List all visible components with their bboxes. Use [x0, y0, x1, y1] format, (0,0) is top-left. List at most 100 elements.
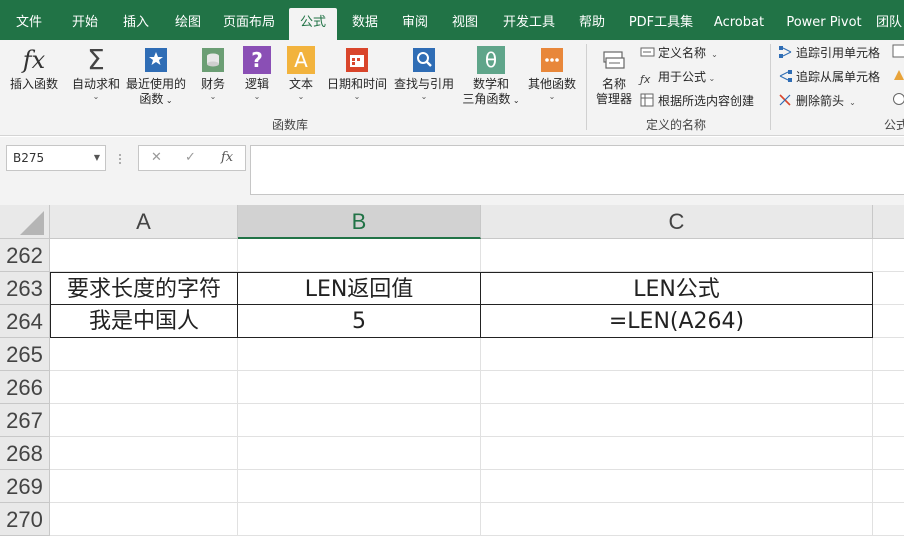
cell-b269[interactable] [238, 470, 481, 503]
tab-file[interactable]: 文件 [6, 8, 52, 40]
use-in-formula-button[interactable]: ƒx 用于公式 ⌄ [640, 68, 715, 86]
tab-team[interactable]: 团队 [876, 8, 904, 40]
tab-formulas[interactable]: 公式 [289, 8, 337, 40]
cell-a263[interactable]: 要求长度的字符 [50, 272, 238, 305]
select-all-corner[interactable] [0, 205, 50, 239]
cell-d265[interactable] [873, 338, 904, 371]
cell-d269[interactable] [873, 470, 904, 503]
tab-power-pivot[interactable]: Power Pivot [782, 8, 866, 40]
create-from-selection-button[interactable]: 根据所选内容创建 [640, 92, 754, 110]
row-header-268[interactable]: 268 [0, 437, 50, 470]
cell-b262[interactable] [238, 239, 481, 272]
cell-d267[interactable] [873, 404, 904, 437]
cell-c262[interactable] [481, 239, 873, 272]
enter-check-icon[interactable]: ✓ [185, 150, 196, 165]
cell-d268[interactable] [873, 437, 904, 470]
column-header-b[interactable]: B [238, 205, 481, 239]
cell-b264[interactable]: 5 [238, 305, 481, 338]
group-label-defined-names: 定义的名称 [646, 118, 707, 132]
cell-a264[interactable]: 我是中国人 [50, 305, 238, 338]
financial-button[interactable]: 财务 ⌄ [196, 46, 230, 102]
name-box[interactable]: B275 ▼ [6, 145, 106, 171]
cell-d264[interactable] [873, 305, 904, 338]
cell-c266[interactable] [481, 371, 873, 404]
insert-function-icon[interactable]: fx [221, 150, 233, 165]
autosum-button[interactable]: Σ 自动求和 ⌄ [68, 46, 124, 102]
trace-precedents-button[interactable]: 追踪引用单元格 [778, 44, 880, 62]
tab-developer[interactable]: 开发工具 [496, 8, 562, 40]
cell-b265[interactable] [238, 338, 481, 371]
row-header-262[interactable]: 262 [0, 239, 50, 272]
chevron-down-icon: ⌄ [297, 92, 305, 101]
tab-review[interactable]: 审阅 [392, 8, 438, 40]
datetime-button[interactable]: 日期和时间 ⌄ [324, 46, 390, 102]
cell-d262[interactable] [873, 239, 904, 272]
row-header-263[interactable]: 263 [0, 272, 50, 305]
cell-b267[interactable] [238, 404, 481, 437]
text-button[interactable]: A 文本 ⌄ [284, 46, 318, 102]
tab-pdf-tools[interactable]: PDF工具集 [624, 8, 698, 40]
tab-insert[interactable]: 插入 [112, 8, 160, 40]
define-name-button[interactable]: 定义名称 ⌄ [640, 44, 718, 62]
cancel-icon[interactable]: ✕ [151, 150, 162, 165]
cell-a268[interactable] [50, 437, 238, 470]
row-header-270[interactable]: 270 [0, 503, 50, 536]
evaluate-formula-icon[interactable] [892, 92, 904, 110]
logical-button[interactable]: ? 逻辑 ⌄ [240, 46, 274, 102]
row-header-269[interactable]: 269 [0, 470, 50, 503]
tab-view[interactable]: 视图 [442, 8, 488, 40]
more-functions-button[interactable]: 其他函数 ⌄ [524, 46, 580, 102]
tab-page-layout[interactable]: 页面布局 [216, 8, 282, 40]
column-header-a[interactable]: A [50, 205, 238, 239]
cell-d270[interactable] [873, 503, 904, 536]
cell-a270[interactable] [50, 503, 238, 536]
sigma-icon: Σ [87, 43, 105, 76]
cell-b263[interactable]: LEN返回值 [238, 272, 481, 305]
cell-d263[interactable] [873, 272, 904, 305]
tab-data[interactable]: 数据 [342, 8, 388, 40]
remove-arrows-icon [778, 93, 793, 107]
error-check-icon[interactable] [892, 68, 904, 86]
remove-arrows-button[interactable]: 删除箭头 ⌄ [778, 92, 856, 110]
cell-a262[interactable] [50, 239, 238, 272]
row-header-265[interactable]: 265 [0, 338, 50, 371]
cell-b270[interactable] [238, 503, 481, 536]
cell-c264[interactable]: =LEN(A264) [481, 305, 873, 338]
recently-used-button[interactable]: 最近使用的 函数 ⌄ [124, 46, 188, 108]
row-header-266[interactable]: 266 [0, 371, 50, 404]
datetime-label: 日期和时间 [326, 77, 387, 91]
cell-c265[interactable] [481, 338, 873, 371]
lookup-reference-button[interactable]: 查找与引用 ⌄ [392, 46, 456, 102]
cell-a265[interactable] [50, 338, 238, 371]
insert-function-icon: fx [22, 46, 46, 74]
cell-c270[interactable] [481, 503, 873, 536]
cell-b266[interactable] [238, 371, 481, 404]
tab-draw[interactable]: 绘图 [164, 8, 212, 40]
cell-d266[interactable] [873, 371, 904, 404]
row-header-267[interactable]: 267 [0, 404, 50, 437]
formula-input[interactable] [250, 145, 904, 195]
tab-acrobat[interactable]: Acrobat [706, 8, 772, 40]
cell-a269[interactable] [50, 470, 238, 503]
insert-function-button[interactable]: fx 插入函数 [6, 46, 62, 92]
chevron-down-icon[interactable]: ▼ [94, 146, 100, 170]
trace-dependents-label: 追踪从属单元格 [796, 70, 881, 84]
recently-used-label-2: 函数 [139, 92, 164, 106]
trace-dependents-button[interactable]: 追踪从属单元格 [778, 68, 880, 86]
column-header-d[interactable] [873, 205, 904, 239]
cell-a267[interactable] [50, 404, 238, 437]
cell-a266[interactable] [50, 371, 238, 404]
cell-c267[interactable] [481, 404, 873, 437]
cell-c268[interactable] [481, 437, 873, 470]
cell-b268[interactable] [238, 437, 481, 470]
column-header-c[interactable]: C [481, 205, 873, 239]
row-header-264[interactable]: 264 [0, 305, 50, 338]
tab-home[interactable]: 开始 [60, 8, 110, 40]
resize-handle-icon[interactable] [118, 151, 122, 165]
math-trig-button[interactable]: θ 数学和 三角函数 ⌄ [460, 46, 522, 108]
show-formulas-icon[interactable] [892, 44, 904, 62]
name-manager-button[interactable]: 名称 管理器 [592, 46, 636, 107]
tab-help[interactable]: 帮助 [569, 8, 615, 40]
cell-c269[interactable] [481, 470, 873, 503]
cell-c263[interactable]: LEN公式 [481, 272, 873, 305]
